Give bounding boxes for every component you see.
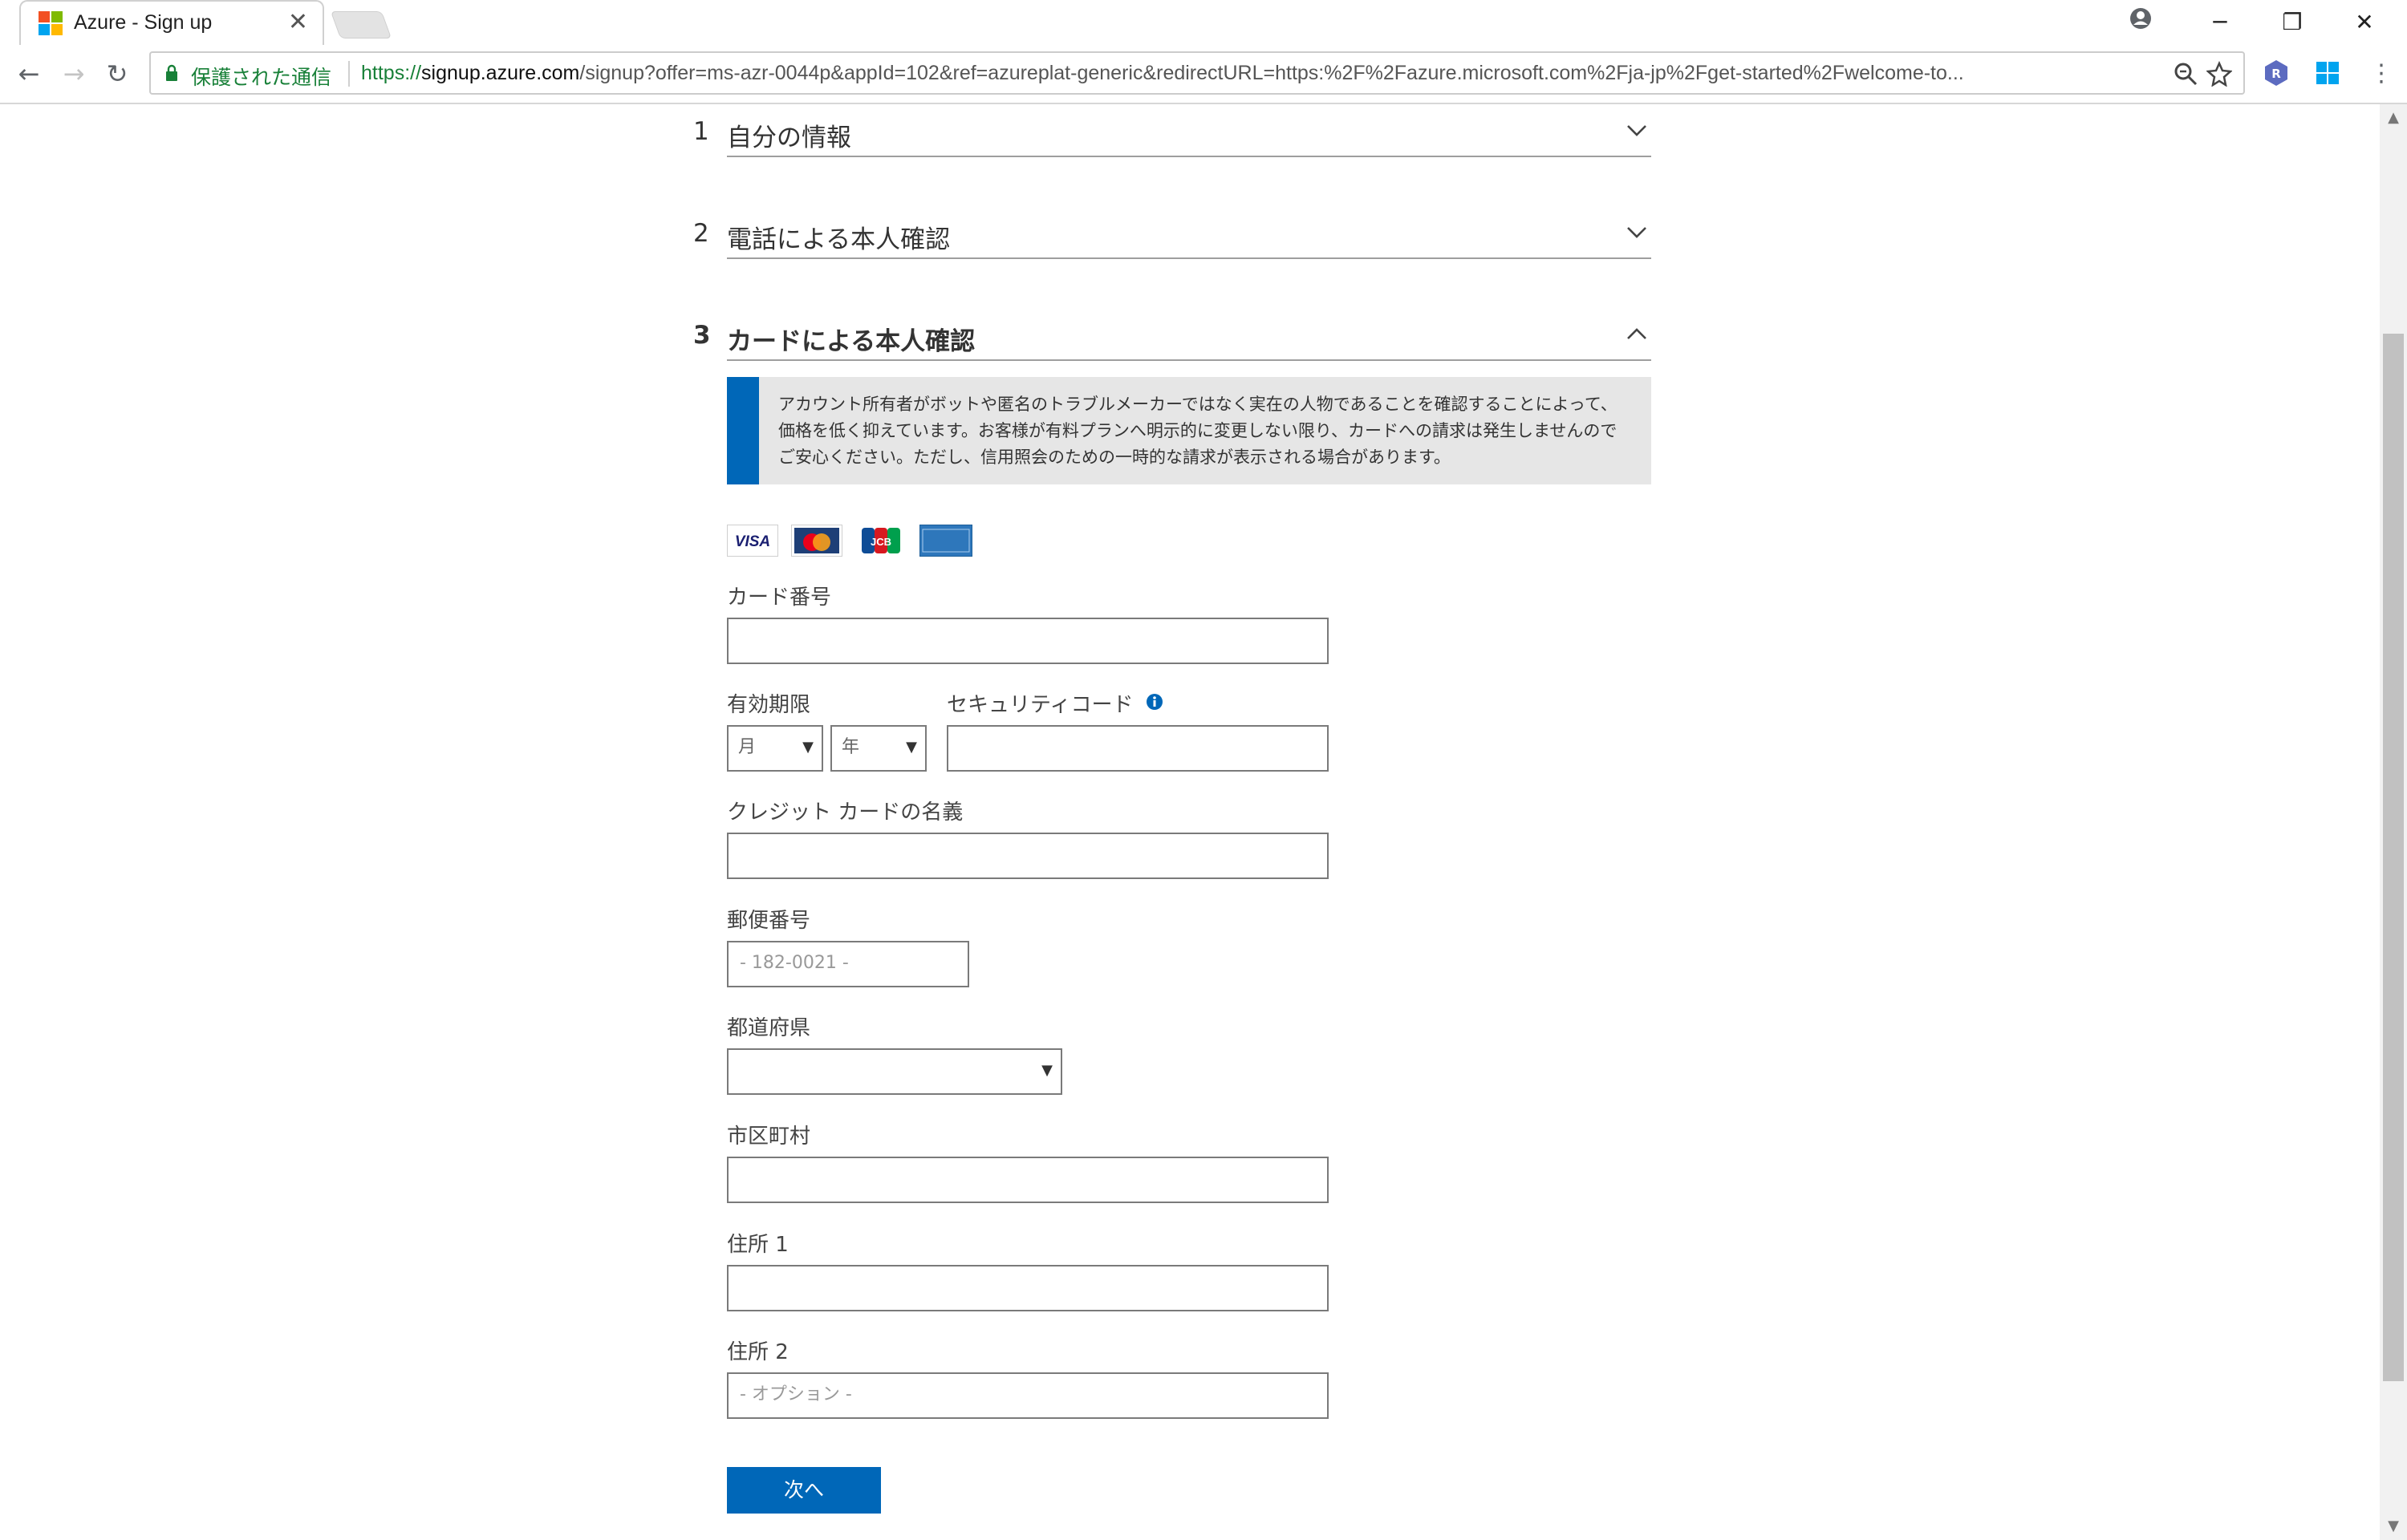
step-divider bbox=[727, 156, 1651, 157]
prefecture-label: 都道府県 bbox=[727, 1016, 811, 1040]
info-text: アカウント所有者がボットや匿名のトラブルメーカーではなく実在の人物であることを確… bbox=[778, 395, 1618, 467]
amex-logo bbox=[919, 525, 972, 557]
browser-toolbar: ← → ↻ 保護された通信 https://signup.azure.com/s… bbox=[0, 45, 2407, 104]
info-accent-bar bbox=[727, 377, 759, 484]
browser-menu-icon[interactable]: ⋮ bbox=[2364, 56, 2399, 91]
info-icon[interactable] bbox=[1146, 693, 1163, 711]
address-separator bbox=[348, 61, 350, 87]
jcb-text: JCB bbox=[871, 536, 891, 548]
zoom-icon[interactable] bbox=[2173, 61, 2198, 87]
jcb-logo: JCB bbox=[855, 525, 907, 557]
expiry-month-select[interactable]: 月 ▼ bbox=[727, 725, 823, 772]
tab-title: Azure - Sign up bbox=[74, 11, 213, 34]
step-3-header[interactable]: 3 カードによる本人確認 bbox=[693, 316, 1651, 364]
step-2-header[interactable]: 2 電話による本人確認 bbox=[693, 214, 1651, 262]
url-scheme: https:// bbox=[361, 62, 422, 84]
postal-code-input[interactable]: - 182-0021 - bbox=[727, 941, 969, 987]
browser-tab[interactable]: Azure - Sign up ✕ bbox=[19, 0, 324, 45]
step-title: カードによる本人確認 bbox=[727, 327, 976, 356]
security-code-input[interactable] bbox=[947, 725, 1329, 772]
cardholder-name-input[interactable] bbox=[727, 833, 1329, 879]
chevron-down-icon[interactable] bbox=[1626, 117, 1648, 144]
scroll-thumb[interactable] bbox=[2383, 334, 2404, 1381]
card-number-input[interactable] bbox=[727, 618, 1329, 664]
card-number-label: カード番号 bbox=[727, 586, 832, 610]
dropdown-arrow-icon: ▼ bbox=[1041, 1062, 1053, 1079]
url-host: signup.azure.com bbox=[421, 62, 580, 84]
lock-icon bbox=[166, 64, 177, 81]
profile-icon[interactable] bbox=[2129, 6, 2153, 30]
prefecture-select[interactable]: ▼ bbox=[727, 1048, 1062, 1095]
visa-logo: VISA bbox=[727, 525, 778, 557]
address-1-input[interactable] bbox=[727, 1265, 1329, 1311]
city-input[interactable] bbox=[727, 1157, 1329, 1203]
postal-code-label: 郵便番号 bbox=[727, 909, 811, 933]
step-title: 電話による本人確認 bbox=[727, 225, 951, 254]
microsoft-logo-icon bbox=[39, 11, 63, 35]
step-title: 自分の情報 bbox=[727, 124, 851, 152]
info-notice: アカウント所有者がボットや匿名のトラブルメーカーではなく実在の人物であることを確… bbox=[727, 377, 1651, 484]
next-button[interactable]: 次へ bbox=[727, 1467, 881, 1514]
reload-icon[interactable]: ↻ bbox=[99, 56, 135, 91]
forward-arrow-icon[interactable]: → bbox=[56, 56, 91, 91]
browser-tabstrip: Azure - Sign up ✕ ─ ❐ ✕ bbox=[0, 0, 2407, 45]
security-code-label: セキュリティコード bbox=[947, 693, 1134, 717]
expiry-month-value: 月 bbox=[738, 737, 757, 757]
visa-text: VISA bbox=[735, 533, 770, 550]
address-2-input[interactable]: - オプション - bbox=[727, 1372, 1329, 1419]
address-1-label: 住所 1 bbox=[727, 1233, 789, 1257]
extension-r-icon[interactable]: R bbox=[2263, 59, 2290, 87]
scroll-down-arrow-icon[interactable]: ▼ bbox=[2380, 1513, 2407, 1540]
back-arrow-icon[interactable]: ← bbox=[11, 56, 47, 91]
step-number: 1 bbox=[693, 117, 709, 146]
url-path: /signup?offer=ms-azr-0044p&appId=102&ref… bbox=[579, 62, 1964, 84]
svg-text:R: R bbox=[2271, 67, 2281, 81]
cardholder-name-label: クレジット カードの名義 bbox=[727, 800, 964, 825]
new-tab-button[interactable] bbox=[330, 11, 392, 38]
dropdown-arrow-icon: ▼ bbox=[906, 739, 917, 756]
address-2-label: 住所 2 bbox=[727, 1340, 789, 1364]
windows-logo-icon[interactable] bbox=[2314, 59, 2341, 87]
chevron-up-icon[interactable] bbox=[1626, 321, 1648, 347]
step-number: 3 bbox=[693, 321, 711, 350]
expiry-year-select[interactable]: 年 ▼ bbox=[830, 725, 927, 772]
step-divider bbox=[727, 359, 1651, 361]
window-restore-button[interactable]: ❐ bbox=[2256, 0, 2328, 45]
step-divider bbox=[727, 257, 1651, 259]
secure-connection-label: 保護された通信 bbox=[191, 66, 332, 89]
dropdown-arrow-icon: ▼ bbox=[802, 739, 814, 756]
expiry-year-value: 年 bbox=[842, 737, 860, 757]
chevron-down-icon[interactable] bbox=[1626, 219, 1648, 245]
window-minimize-button[interactable]: ─ bbox=[2184, 0, 2256, 45]
bookmark-star-icon[interactable] bbox=[2206, 61, 2232, 87]
mastercard-logo bbox=[791, 525, 842, 557]
tab-close-icon[interactable]: ✕ bbox=[288, 8, 308, 36]
step-number: 2 bbox=[693, 219, 709, 248]
page-scrollbar[interactable]: ▲ ▼ bbox=[2380, 104, 2407, 1540]
url-text[interactable]: https://signup.azure.com/signup?offer=ms… bbox=[361, 62, 2166, 85]
scroll-up-arrow-icon[interactable]: ▲ bbox=[2380, 104, 2407, 132]
city-label: 市区町村 bbox=[727, 1125, 811, 1149]
step-1-header[interactable]: 1 自分の情報 bbox=[693, 112, 1651, 160]
address-bar[interactable]: 保護された通信 https://signup.azure.com/signup?… bbox=[149, 51, 2245, 95]
expiry-label: 有効期限 bbox=[727, 693, 811, 717]
window-close-button[interactable]: ✕ bbox=[2328, 0, 2401, 45]
